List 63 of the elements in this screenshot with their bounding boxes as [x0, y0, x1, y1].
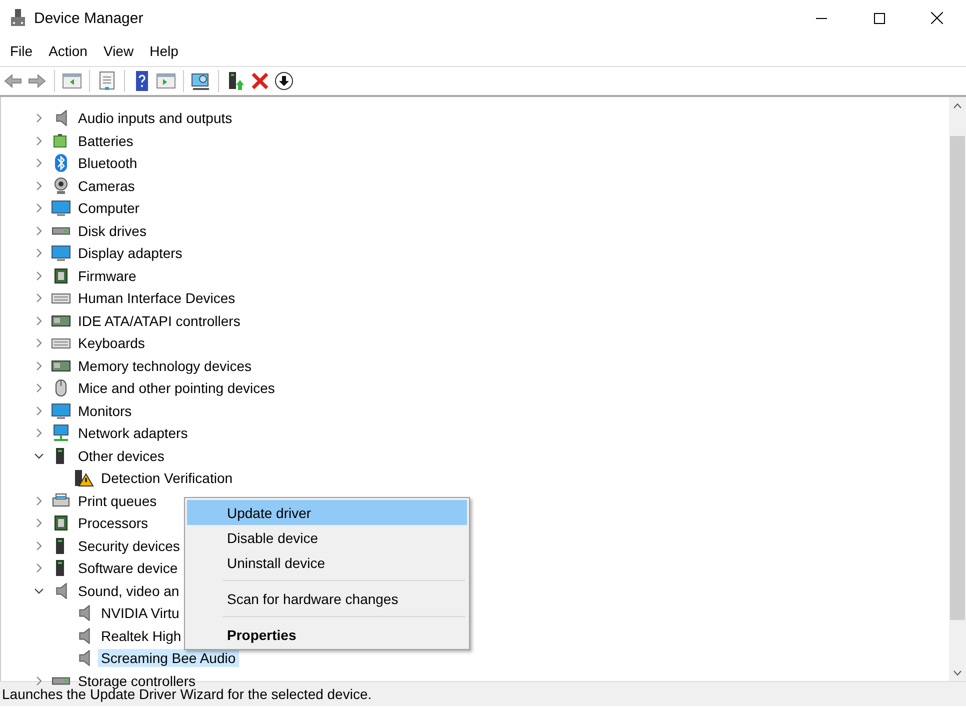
console-tree-icon[interactable]	[62, 71, 82, 91]
scrollbar[interactable]	[949, 97, 966, 681]
tree-item[interactable]: Software device	[75, 559, 181, 578]
monitor-icon	[51, 198, 71, 218]
network-icon	[51, 423, 71, 444]
maximize-icon	[874, 12, 884, 24]
scan-monitor-icon[interactable]	[191, 71, 211, 91]
forward-arrow-icon[interactable]	[27, 71, 47, 91]
menu-item[interactable]: Scan for hardware changes	[187, 586, 467, 611]
tree-item[interactable]: Batteries	[75, 132, 136, 150]
tree-item[interactable]: Monitors	[75, 402, 135, 420]
tree-item[interactable]: Sound, video an	[75, 582, 182, 600]
tree-item[interactable]: Realtek High	[98, 626, 184, 645]
scroll-up-icon[interactable]	[953, 102, 962, 108]
speaker-icon	[78, 628, 90, 644]
monitor-icon	[51, 400, 71, 421]
drive-icon	[52, 676, 70, 685]
drive-icon	[52, 226, 70, 235]
menu-item[interactable]: Action	[40, 40, 96, 62]
speaker-icon	[78, 605, 90, 622]
tree-item[interactable]: Mice and other pointing devices	[75, 379, 278, 398]
tree-item[interactable]: Detection Verification	[98, 469, 236, 488]
tree-item[interactable]: NVIDIA Virtu	[98, 604, 182, 622]
menu-item[interactable]: File	[2, 40, 41, 62]
update-driver-icon[interactable]	[226, 71, 246, 91]
menu-item[interactable]: Disable device	[187, 525, 467, 550]
tree-item[interactable]: Disk drives	[75, 222, 150, 240]
speaker-icon	[56, 582, 66, 599]
tree-item[interactable]: Network adapters	[75, 424, 191, 442]
tree-item[interactable]: Screaming Bee Audio	[98, 649, 239, 668]
tree-item[interactable]: Storage controllers	[75, 672, 199, 690]
properties-icon[interactable]	[97, 71, 117, 91]
tree-item[interactable]: Other devices	[75, 446, 168, 465]
tree-item[interactable]: Firmware	[75, 266, 140, 285]
tree-item[interactable]: Keyboards	[75, 334, 148, 352]
close-icon	[931, 12, 943, 24]
tree-item[interactable]: Memory technology devices	[75, 356, 255, 375]
tree-item[interactable]: Human Interface Devices	[75, 289, 238, 308]
window-title: Device Manager	[34, 10, 144, 26]
tree-item[interactable]: Processors	[75, 514, 152, 532]
tree-item[interactable]: Computer	[75, 199, 142, 218]
tree-item[interactable]: Security devices	[75, 536, 183, 555]
menu-item[interactable]: Update driver	[187, 500, 467, 525]
scroll-down-icon[interactable]	[953, 670, 962, 676]
tree-item[interactable]: Cameras	[75, 176, 138, 195]
tree-item[interactable]: Display adapters	[75, 244, 186, 262]
warning-icon	[74, 468, 94, 488]
app-icon	[10, 9, 26, 27]
menu-item[interactable]: View	[95, 40, 142, 62]
menu-item[interactable]: Help	[142, 40, 186, 62]
speaker-icon	[78, 650, 90, 666]
action-pane-icon[interactable]	[156, 71, 176, 91]
tree-item[interactable]: Print queues	[75, 492, 160, 510]
menu-item[interactable]: Properties	[187, 622, 467, 647]
delete-icon[interactable]	[250, 71, 270, 91]
speaker-icon	[56, 110, 66, 126]
back-arrow-icon[interactable]	[3, 71, 23, 91]
tree-item[interactable]: IDE ATA/ATAPI controllers	[75, 312, 244, 330]
monitor-icon	[51, 243, 71, 264]
tree-item[interactable]: Audio inputs and outputs	[75, 109, 236, 128]
disable-icon[interactable]	[274, 71, 294, 91]
tree-item[interactable]: Bluetooth	[75, 154, 140, 172]
menu-item[interactable]: Uninstall device	[187, 550, 467, 575]
